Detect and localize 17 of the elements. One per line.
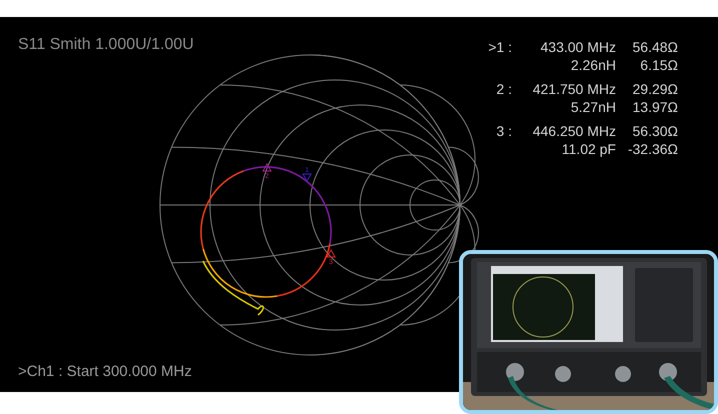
- reactance-value: -32.36Ω: [628, 140, 678, 158]
- frequency-value: 446.250 MHz: [532, 122, 616, 140]
- marker-label: 3 :: [496, 122, 512, 140]
- resistance-value: 56.30Ω: [632, 122, 678, 140]
- trace-title: S11 Smith 1.000U/1.00U: [18, 36, 194, 54]
- marker-label: >1 :: [488, 38, 512, 56]
- resistance-value: 29.29Ω: [632, 80, 678, 98]
- resistance-value: 56.48Ω: [632, 38, 678, 56]
- reactance-value: 6.15Ω: [640, 56, 678, 74]
- marker-label: 2 :: [496, 80, 512, 98]
- equivalent-value: 5.27nH: [570, 98, 616, 116]
- frequency-value: 433.00 MHz: [540, 38, 616, 56]
- frequency-value: 421.750 MHz: [532, 80, 616, 98]
- reactance-value: 13.97Ω: [632, 98, 678, 116]
- equivalent-value: 2.26nH: [570, 56, 616, 74]
- equivalent-value: 11.02 pF: [562, 140, 616, 158]
- channel-status: >Ch1 : Start 300.000 MHz: [18, 363, 192, 380]
